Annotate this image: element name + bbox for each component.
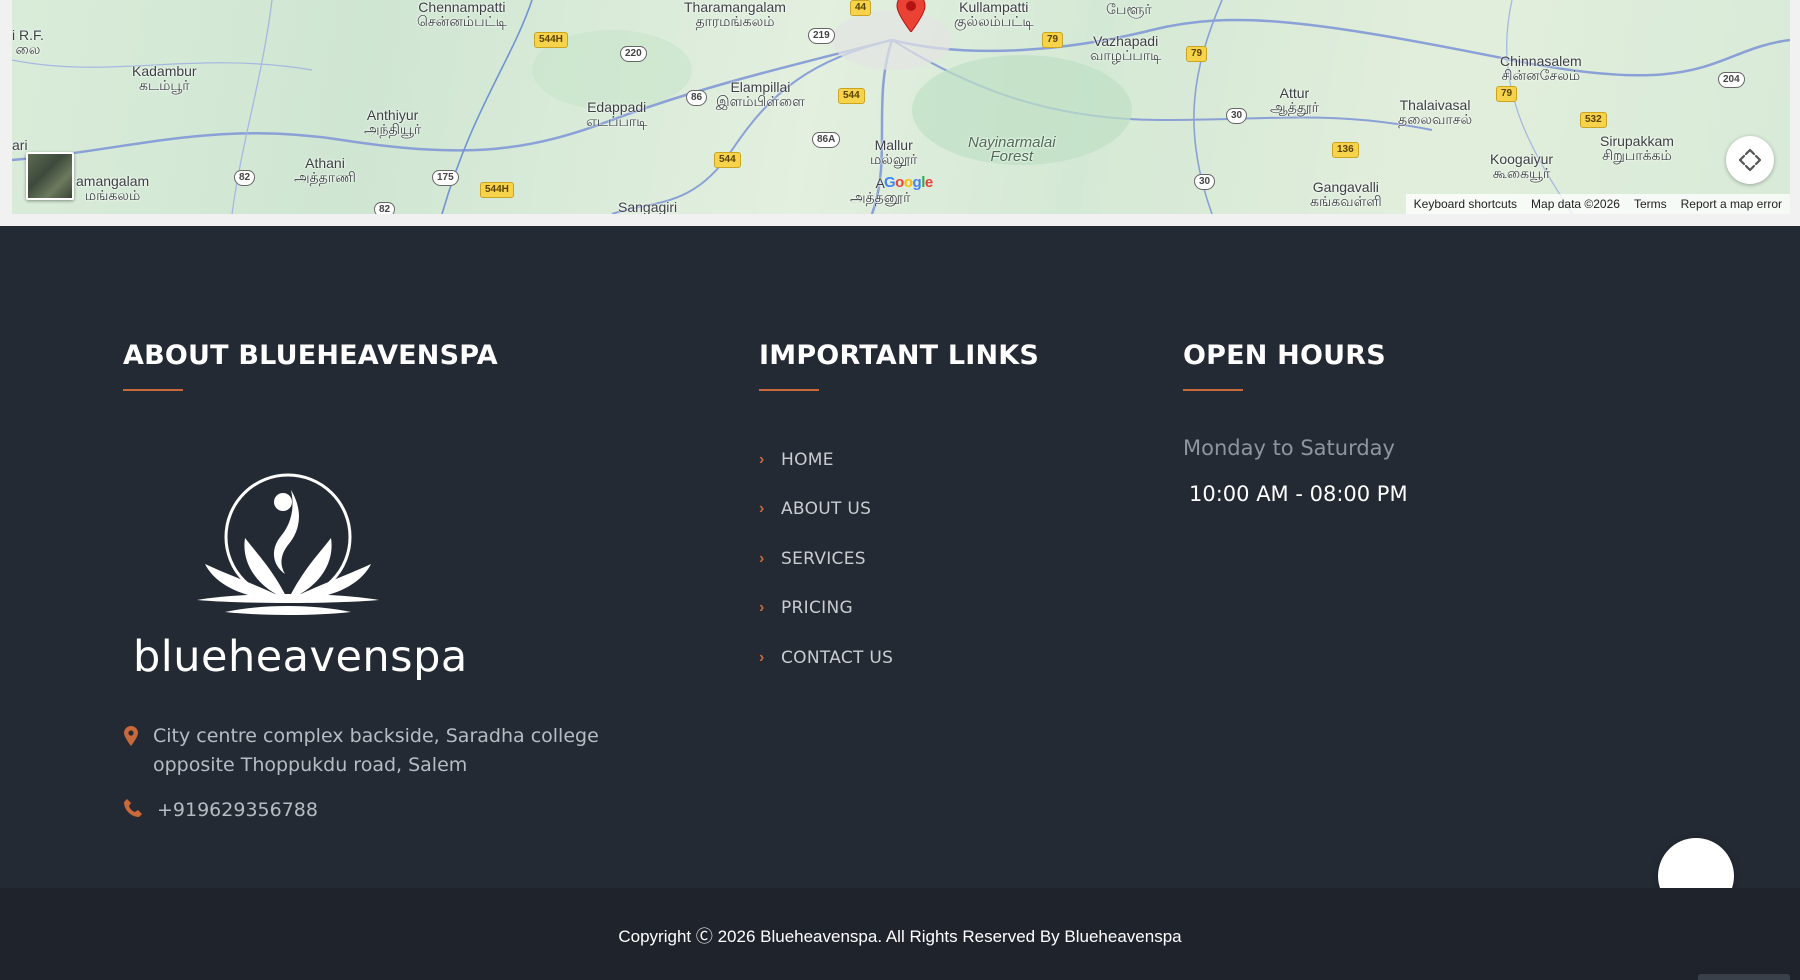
title-underline: [123, 389, 183, 391]
link-label: HOME: [781, 449, 834, 470]
map-place-label: Kullampatti குல்லம்பட்டி: [954, 0, 1034, 29]
google-map[interactable]: Chennampatti சென்னம்பட்டி Tharamangalam …: [12, 0, 1790, 214]
scroll-top-tab[interactable]: [1698, 974, 1790, 980]
address-text: City centre complex backside, Saradha co…: [153, 725, 599, 776]
hours-days: Monday to Saturday: [1183, 436, 1395, 460]
map-place-label: Tharamangalam தாரமங்கலம்: [684, 0, 786, 29]
hours-time: 10:00 AM - 08:00 PM: [1189, 482, 1408, 506]
highway-shield: 79: [1042, 32, 1064, 48]
highway-shield: 219: [808, 28, 835, 44]
footer-link-services[interactable]: › SERVICES: [759, 534, 1139, 584]
map-place-label: Kadambur கடம்பூர்: [132, 63, 197, 93]
map-place-label: Sirupakkam சிறுபாக்கம்: [1600, 133, 1674, 163]
footer-link-home[interactable]: › HOME: [759, 435, 1139, 485]
map-place-label: Chennampatti சென்னம்பட்டி: [417, 0, 507, 29]
phone-row[interactable]: +919629356788: [123, 796, 318, 825]
report-map-error-link[interactable]: Report a map error: [1681, 197, 1782, 211]
links-title: IMPORTANT LINKS: [759, 340, 1040, 371]
highway-shield: 544: [838, 88, 865, 104]
map-forest-label: Nayinarmalai Forest: [968, 134, 1056, 165]
link-label: CONTACT US: [781, 647, 894, 668]
map-place-label: amangalam மங்கலம்: [76, 173, 150, 203]
highway-shield: 136: [1332, 142, 1359, 158]
copyright-bar: Copyright Ⓒ 2026 Blueheavenspa. All Righ…: [0, 888, 1800, 980]
open-hours-section: OPEN HOURS Monday to Saturday 10:00 AM -…: [1183, 340, 1583, 506]
highway-shield: 544H: [534, 32, 568, 48]
map-place-label: Edappadi எடப்பாடி: [586, 99, 648, 129]
copyright-text: Copyright Ⓒ 2026 Blueheavenspa. All Righ…: [618, 926, 1182, 946]
terms-link[interactable]: Terms: [1634, 197, 1667, 211]
about-title: ABOUT BLUEHEAVENSPA: [123, 340, 498, 371]
map-place-label: Chinnasalem சின்னசேலம்: [1500, 53, 1582, 83]
map-place-label: Elampillai இளம்பிள்ளை: [716, 79, 805, 109]
highway-shield: 30: [1194, 174, 1216, 190]
map-place-label: Koogaiyur கூகையூர்: [1490, 151, 1554, 181]
highway-shield: 79: [1496, 86, 1518, 102]
map-place-label: பேளூர்: [1106, 1, 1152, 17]
blueheavenspa-logo[interactable]: blueheavenspa: [133, 460, 468, 682]
fullscreen-button[interactable]: [1726, 136, 1774, 184]
title-underline: [1183, 389, 1243, 391]
highway-shield: 175: [432, 170, 459, 186]
location-pin-icon[interactable]: [894, 0, 928, 32]
highway-shield: 44: [850, 0, 872, 16]
chevron-right-icon: ›: [759, 450, 765, 468]
map-place-label: Mallur மல்லூர்: [870, 137, 918, 167]
highway-shield: 82: [374, 202, 396, 214]
phone-icon: [124, 799, 142, 817]
logo-wordmark: blueheavenspa: [133, 632, 468, 682]
map-place-label: Vazhapadi வாழப்பாடி: [1090, 33, 1162, 63]
chevron-right-icon: ›: [759, 500, 765, 518]
footer-link-about-us[interactable]: › ABOUT US: [759, 485, 1139, 535]
fullscreen-icon: [1738, 148, 1762, 172]
google-logo: Google: [884, 174, 933, 191]
satellite-view-toggle[interactable]: [26, 152, 74, 200]
address-row: City centre complex backside, Saradha co…: [123, 722, 599, 780]
map-place-label: Anthiyur அந்தியூர்: [364, 107, 422, 137]
highway-shield: 82: [234, 170, 256, 186]
footer-link-pricing[interactable]: › PRICING: [759, 584, 1139, 634]
map-place-label: ari: [12, 137, 28, 153]
important-links-section: IMPORTANT LINKS › HOME › ABOUT US › SERVICE…: [759, 340, 1139, 683]
map-data-text: Map data ©2026: [1531, 197, 1620, 211]
chevron-right-icon: ›: [759, 549, 765, 567]
map-place-label: Attur ஆத்தூர்: [1270, 85, 1319, 115]
title-underline: [759, 389, 819, 391]
map-place-label: i R.F. லை: [12, 27, 44, 57]
highway-shield: 544: [714, 152, 741, 168]
chevron-right-icon: ›: [759, 599, 765, 617]
highway-shield: 86: [686, 90, 708, 106]
map-place-label: Sangagiri: [618, 199, 678, 214]
highway-shield: 30: [1226, 108, 1248, 124]
footer-link-contact-us[interactable]: › CONTACT US: [759, 633, 1139, 683]
link-label: SERVICES: [781, 548, 866, 569]
link-label: ABOUT US: [781, 499, 872, 520]
highway-shield: 532: [1580, 112, 1607, 128]
highway-shield: 86A: [812, 132, 841, 148]
map-attribution-bar: Keyboard shortcuts Map data ©2026 Terms …: [1405, 194, 1790, 214]
phone-number[interactable]: +919629356788: [157, 796, 318, 825]
link-label: PRICING: [781, 598, 853, 619]
map-marker-icon: [124, 726, 138, 746]
about-section: ABOUT BLUEHEAVENSPA blueheavenspa City c…: [123, 340, 683, 821]
highway-shield: 544H: [480, 182, 514, 198]
map-place-label: Athani அத்தாணி: [294, 155, 356, 185]
keyboard-shortcuts-link[interactable]: Keyboard shortcuts: [1414, 197, 1517, 211]
map-place-label: Thalaivasal தலைவாசல்: [1398, 97, 1473, 127]
highway-shield: 220: [620, 46, 647, 62]
lotus-logo-icon: [197, 473, 379, 615]
map-place-label: Gangavalli கங்கவள்ளி: [1310, 179, 1382, 209]
highway-shield: 204: [1718, 72, 1745, 88]
chevron-right-icon: ›: [759, 648, 765, 666]
highway-shield: 79: [1186, 46, 1208, 62]
links-list: › HOME › ABOUT US › SERVICES › PRICING › CONT…: [759, 435, 1139, 683]
hours-title: OPEN HOURS: [1183, 340, 1386, 371]
